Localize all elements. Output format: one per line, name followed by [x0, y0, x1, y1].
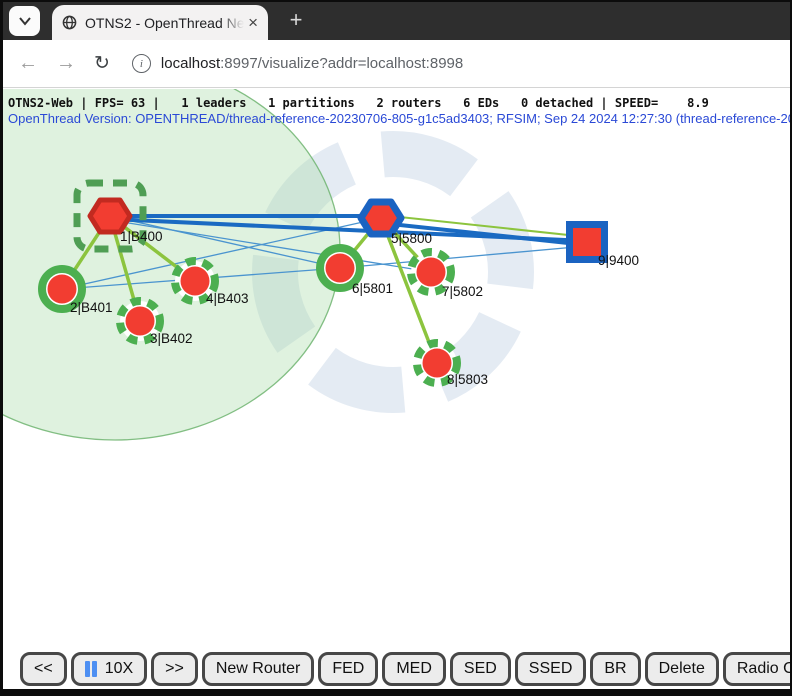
- address-input[interactable]: localhost:8997/visualize?addr=localhost:…: [161, 55, 463, 72]
- forward-icon[interactable]: →: [56, 52, 76, 75]
- url-path: :8997/visualize?addr=localhost:8998: [220, 55, 463, 72]
- toolbar-button-label: FED: [332, 660, 364, 678]
- toolbar-button-fed[interactable]: FED: [318, 652, 378, 686]
- toolbar-button-label: MED: [396, 660, 432, 678]
- toolbar-button-label: New Router: [216, 660, 300, 678]
- node-label-2: 2|B401: [70, 300, 113, 315]
- node-label-4: 4|B403: [206, 291, 249, 306]
- reload-icon[interactable]: ↻: [94, 52, 110, 75]
- tab-title: OTNS2 - OpenThread Ne: [85, 15, 244, 31]
- node-7[interactable]: [417, 258, 446, 287]
- network-canvas[interactable]: 1|B400 2|B401 3|B402 4|B403 5|5800 6|5801 7|58…: [0, 89, 792, 696]
- page-info-icon[interactable]: i: [132, 54, 151, 73]
- toolbar-button-label: Delete: [659, 660, 705, 678]
- chevron-down-icon: [18, 16, 32, 26]
- url-host: localhost: [161, 55, 220, 72]
- node-label-9: 9|9400: [598, 253, 639, 268]
- toolbar-button-br[interactable]: BR: [590, 652, 640, 686]
- pause-icon: [85, 661, 99, 677]
- toolbar-button-10x[interactable]: 10X: [71, 652, 147, 686]
- toolbar-button-label: 10X: [105, 660, 133, 678]
- toolbar-button-radio-off[interactable]: Radio Off: [723, 652, 792, 686]
- tab-search-chevron-button[interactable]: [9, 6, 40, 36]
- node-label-1: 1|B400: [120, 229, 163, 244]
- node-1[interactable]: [90, 200, 130, 232]
- node-6[interactable]: [326, 254, 355, 283]
- toolbar-button-sed[interactable]: SED: [450, 652, 511, 686]
- toolbar-button--[interactable]: >>: [151, 652, 198, 686]
- toolbar-button-label: SED: [464, 660, 497, 678]
- network-svg: 1|B400 2|B401 3|B402 4|B403 5|5800 6|5801 7|58…: [0, 89, 792, 696]
- toolbar-button-label: BR: [604, 660, 626, 678]
- watermark-logo-segment: [490, 204, 511, 286]
- node-label-5: 5|5800: [391, 231, 432, 246]
- node-5[interactable]: [361, 202, 401, 234]
- toolbar-button--[interactable]: <<: [20, 652, 67, 686]
- browser-url-bar: ← → ↻ i localhost:8997/visualize?addr=lo…: [0, 40, 792, 88]
- node-label-6: 6|5801: [352, 281, 393, 296]
- browser-tab-strip: OTNS2 - OpenThread Ne × +: [0, 0, 792, 40]
- link-6-9: [340, 246, 587, 268]
- tab-close-icon[interactable]: ×: [248, 14, 258, 31]
- node-label-3: 3|B402: [150, 331, 193, 346]
- watermark-logo-segment: [322, 366, 403, 390]
- back-icon[interactable]: ←: [18, 52, 38, 75]
- simulator-toolbar: << 10X >> New Router FED MED SED SSED BR Delete Ra…: [20, 652, 792, 686]
- browser-tab[interactable]: OTNS2 - OpenThread Ne ×: [52, 5, 268, 40]
- node-9-core: [573, 228, 601, 256]
- toolbar-button-label: Radio Off: [737, 660, 792, 678]
- toolbar-button-label: SSED: [529, 660, 573, 678]
- watermark-logo-segment: [383, 154, 464, 178]
- toolbar-button-delete[interactable]: Delete: [645, 652, 719, 686]
- node-label-7: 7|5802: [442, 284, 483, 299]
- globe-favicon-icon: [62, 15, 77, 30]
- new-tab-button[interactable]: +: [282, 6, 310, 34]
- toolbar-button-ssed[interactable]: SSED: [515, 652, 587, 686]
- toolbar-button-new-router[interactable]: New Router: [202, 652, 314, 686]
- toolbar-button-label: >>: [165, 660, 184, 678]
- toolbar-button-med[interactable]: MED: [382, 652, 446, 686]
- toolbar-button-label: <<: [34, 660, 53, 678]
- node-label-8: 8|5803: [447, 372, 488, 387]
